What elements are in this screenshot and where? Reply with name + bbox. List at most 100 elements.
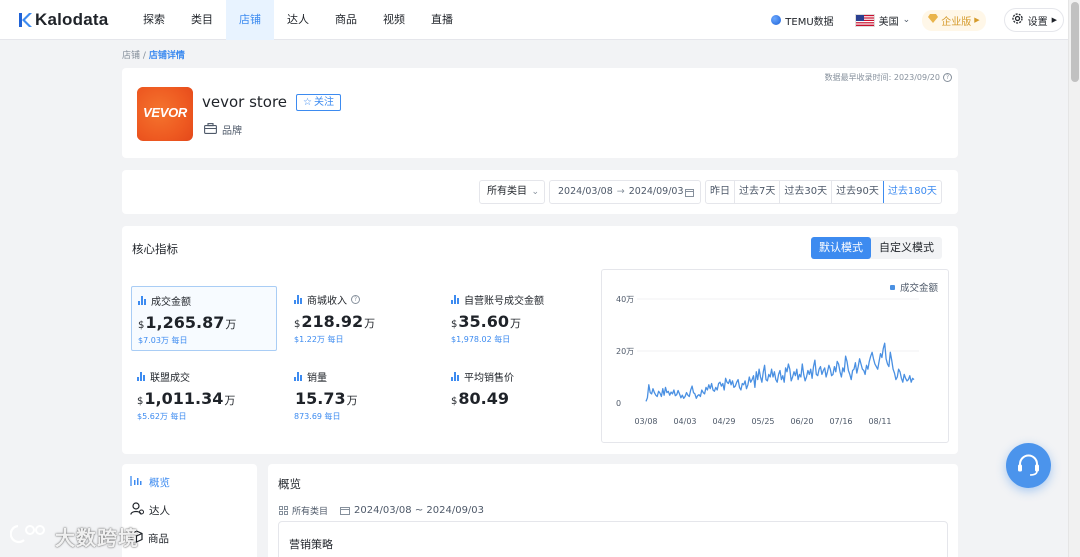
marketing-strategy-title: 营销策略 [289,538,333,551]
nav-item-5[interactable]: 视频 [370,0,418,40]
settings-button[interactable]: 设置 ▶ [1003,8,1064,32]
period-option-3[interactable]: 过去90天 [832,181,884,203]
nav-item-3[interactable]: 达人 [274,0,322,40]
overview-meta: 所有类目 2024/03/08 ~ 2024/09/03 [279,504,484,517]
overview-category: 所有类目 [279,504,328,517]
breadcrumb: 店铺 / 店铺详情 [122,48,185,61]
section-sidebar: 概览 达人 商品 [122,464,257,557]
watermark-text: 大数跨境 [55,526,139,550]
metric-currency: $ [451,319,458,330]
sidebar-item-overview[interactable]: 概览 [130,475,170,490]
diamond-icon [928,14,939,26]
breadcrumb-parent[interactable]: 店铺 [122,51,140,61]
follow-button[interactable]: ☆ 关注 [296,94,341,111]
metric-currency: $ [451,396,458,407]
date-end: 2024/09/03 [628,186,684,197]
kalodata-logo-icon [18,12,32,28]
period-option-4[interactable]: 过去180天 [882,181,941,203]
logo[interactable]: Kalodata [18,10,108,30]
metric-number: 80.49 [458,389,509,408]
date-arrow: → [616,186,625,197]
overview-card: 概览 所有类目 2024/03/08 ~ 2024/09/03 营销策略 [268,464,958,557]
page-scrollbar[interactable] [1068,0,1080,557]
date-range-picker[interactable]: 2024/03/08 → 2024/09/03 [549,180,701,204]
metric-value: $35.60 万 [451,312,585,331]
watermark-logo-icon [9,522,50,551]
us-flag-icon [854,13,875,27]
metric-value: $1,011.34 万 [137,389,271,408]
filter-bar: 所有类目 ⌄ 2024/03/08 → 2024/09/03 昨日 过去7天 过去3… [122,170,958,214]
period-option-0[interactable]: 昨日 [706,181,735,203]
overview-date-range: 2024/03/08 ~ 2024/09/03 [340,504,484,517]
metric-card-1[interactable]: 商城收入? $218.92 万 $1.22万 每日 [288,286,434,351]
bar-chart-icon [137,372,146,381]
nav-item-1[interactable]: 类目 [178,0,226,40]
metric-label: 自营账号成交金额 [464,296,544,307]
x-tick-label: 04/03 [673,417,696,426]
x-tick-label: 05/25 [751,417,774,426]
temu-icon [771,15,782,25]
metric-daily: $7.03万 每日 [138,336,188,345]
metric-card-5[interactable]: 平均销售价 $80.49 [445,363,591,428]
metric-unit: 万 [509,317,521,330]
scrollbar-thumb[interactable] [1071,2,1079,82]
enterprise-badge[interactable]: 企业版 ▶ [922,9,986,31]
period-option-2[interactable]: 过去30天 [780,181,833,203]
metric-number: 15.73 [295,389,346,408]
x-tick-label: 08/11 [868,417,891,426]
series-line[interactable] [645,342,915,402]
default-mode-button[interactable]: 默认模式 [811,237,871,259]
data-time-text: 数据最早收录时间: 2023/09/20 [824,73,940,82]
question-icon[interactable]: ? [351,295,360,304]
calendar-icon [685,181,694,206]
x-tick-label: 03/08 [634,417,657,426]
metric-card-3[interactable]: 联盟成交 $1,011.34 万 $5.62万 每日 [131,363,277,428]
calendar-icon [340,506,351,515]
metric-value: $80.49 [451,389,585,408]
chevron-down-icon: ⌄ [902,15,911,25]
metric-daily: $5.62万 每日 [137,412,187,421]
bar-chart-icon [451,295,460,304]
metric-card-4[interactable]: 销量 15.73 万 873.69 每日 [288,363,434,428]
temu-data-link[interactable]: TEMU数据 [771,13,834,28]
nav-item-6[interactable]: 直播 [418,0,466,40]
period-option-1[interactable]: 过去7天 [735,181,781,203]
metric-currency: $ [138,320,145,331]
period-selector: 昨日 过去7天 过去30天 过去90天 过去180天 [705,180,942,204]
nav-item-4[interactable]: 商品 [322,0,370,40]
question-icon[interactable]: ? [943,73,952,82]
temu-label: TEMU数据 [785,16,834,28]
store-type: 品牌 [204,122,242,137]
metric-card-0[interactable]: 成交金额 $1,265.87 万 $7.03万 每日 [131,286,277,351]
category-value: 所有类目 [487,186,527,197]
category-select[interactable]: 所有类目 ⌄ [479,180,545,204]
caret-right-icon: ▶ [974,16,980,24]
metric-label: 商城收入 [307,296,347,307]
metric-value: 15.73 万 [294,389,428,408]
metric-label-row: 成交金额 [138,293,270,308]
metric-card-2[interactable]: 自营账号成交金额 $35.60 万 $1,978.02 每日 [445,286,591,351]
overview-category-label: 所有类目 [292,507,329,517]
metric-unit: 万 [364,317,376,330]
top-right-actions: TEMU数据 美国 ⌄ 企业版 ▶ 设置 ▶ [771,0,1064,40]
sidebar-item-creators[interactable]: 达人 [130,502,170,518]
settings-label: 设置 [1027,16,1048,28]
bar-chart-icon [294,372,303,381]
marketing-strategy-panel: 营销策略 [278,521,948,557]
custom-mode-button[interactable]: 自定义模式 [871,237,942,259]
x-tick-label: 07/16 [829,417,852,426]
follow-label: 关注 [313,97,334,108]
nav-item-0[interactable]: 探索 [130,0,178,40]
chevron-down-icon: ⌄ [531,187,539,197]
nav-item-2[interactable]: 店铺 [226,0,274,40]
breadcrumb-current: 店铺详情 [148,51,185,61]
metric-number: 218.92 [301,312,364,331]
metric-unit: 万 [225,318,237,331]
logo-text: Kalodata [35,10,109,29]
y-tick-label: 0 [616,399,621,408]
store-logo: VEVOR [137,87,193,141]
customer-service-button[interactable] [1006,443,1051,488]
region-selector[interactable]: 美国 ⌄ [854,13,911,28]
metric-label: 联盟成交 [150,373,190,384]
overview-date-label: 2024/03/08 ~ 2024/09/03 [354,505,485,516]
